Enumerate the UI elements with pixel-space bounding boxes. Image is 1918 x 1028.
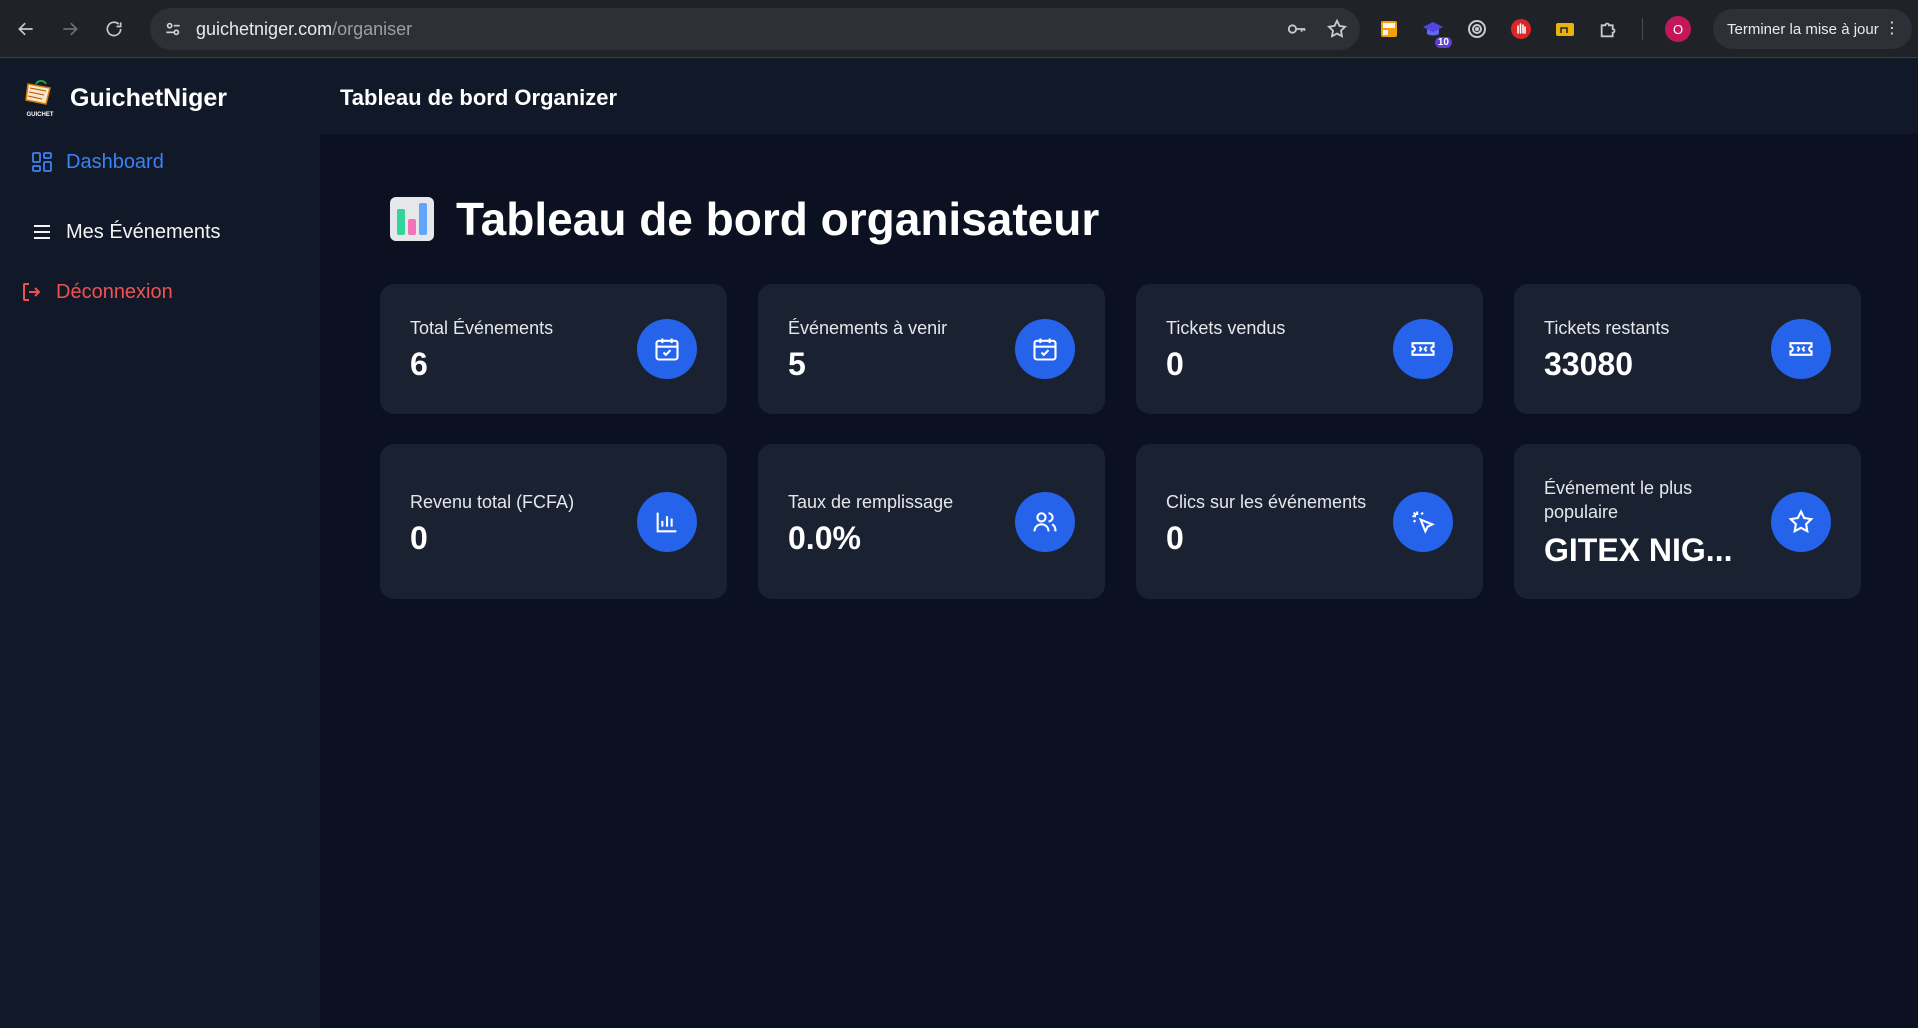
stat-value: 5: [788, 346, 806, 382]
stat-value: 0: [1166, 346, 1184, 382]
stat-value: 0.0%: [788, 520, 861, 556]
extension-target-icon[interactable]: [1466, 18, 1488, 40]
bar-chart-icon: [637, 492, 697, 552]
ticket-icon: [1393, 319, 1453, 379]
extension-tile-icon[interactable]: [1378, 18, 1400, 40]
brand[interactable]: GUICHET GuichetNiger: [22, 78, 227, 118]
logout-icon: [23, 283, 41, 301]
stat-card-most-popular: Événement le plus populaire GITEX NIG...: [1514, 444, 1861, 599]
extension-graduation-icon[interactable]: 10: [1422, 18, 1452, 48]
stat-label: Revenu total (FCFA): [410, 492, 575, 512]
stat-value: 6: [410, 346, 428, 382]
stat-value: GITEX NIG...: [1544, 532, 1733, 568]
extension-badge: 10: [1434, 37, 1452, 48]
back-button[interactable]: [8, 11, 44, 47]
dashboard-grid-icon: [32, 152, 52, 172]
stat-card-event-clicks: Clics sur les événements 0: [1136, 444, 1483, 599]
stat-card-fill-rate: Taux de remplissage 0.0%: [758, 444, 1105, 599]
sidebar-item-label: Dashboard: [66, 150, 164, 173]
stat-label: Événements à venir: [788, 318, 948, 338]
stat-card-tickets-sold: Tickets vendus 0: [1136, 284, 1483, 414]
stat-label: Clics sur les événements: [1166, 492, 1367, 512]
header-title: Tableau de bord Organizer: [340, 85, 618, 110]
brand-logo: GUICHET: [22, 78, 58, 118]
profile-avatar[interactable]: O: [1665, 16, 1691, 42]
stat-label: Événement le plus populaire: [1544, 478, 1693, 522]
top-header: Tableau de bord Organizer: [320, 58, 1918, 134]
brand-name: GuichetNiger: [70, 83, 227, 112]
logo-text: GUICHET: [27, 112, 54, 118]
site-info-icon[interactable]: [158, 14, 188, 44]
stat-label: Tickets restants: [1544, 318, 1670, 338]
forward-button[interactable]: [52, 11, 88, 47]
sidebar-item-dashboard[interactable]: Dashboard: [30, 150, 164, 174]
stat-label: Tickets vendus: [1166, 318, 1286, 338]
sidebar: GUICHET GuichetNiger Dashboard Mes Événe…: [0, 58, 320, 1028]
reload-icon: [106, 20, 122, 36]
browser-toolbar: guichetniger.com/organiser 10 O Terminer: [0, 0, 1918, 58]
star-icon: [1771, 492, 1831, 552]
toolbar-separator: [1642, 18, 1643, 40]
url-text: guichetniger.com/organiser: [196, 18, 413, 39]
cursor-click-icon: [1393, 492, 1453, 552]
update-button-label: Terminer la mise à jour: [1727, 20, 1879, 38]
stat-card-total-events: Total Événements 6: [380, 284, 727, 414]
sidebar-item-label: Déconnexion: [56, 280, 173, 303]
sidebar-item-events[interactable]: Mes Événements: [30, 220, 221, 244]
page-title: Tableau de bord organisateur: [388, 192, 1099, 246]
users-icon: [1015, 492, 1075, 552]
stat-value: 0: [410, 520, 428, 556]
more-menu-icon[interactable]: ⋮: [1884, 18, 1900, 38]
arrow-left-icon: [18, 22, 33, 35]
stat-value: 0: [1166, 520, 1184, 556]
main-content: Tableau de bord organisateur Total Événe…: [320, 134, 1918, 1028]
extension-folder-icon[interactable]: [1554, 18, 1576, 40]
arrow-right-icon: [63, 22, 78, 35]
update-button[interactable]: Terminer la mise à jour ⋮: [1713, 9, 1912, 49]
bookmark-star-icon[interactable]: [1326, 18, 1348, 40]
reload-button[interactable]: [96, 11, 132, 47]
menu-lines-icon: [34, 225, 50, 239]
stat-value: 33080: [1544, 346, 1633, 382]
calendar-check-icon: [1015, 319, 1075, 379]
ticket-icon: [1771, 319, 1831, 379]
extension-hand-icon[interactable]: [1510, 18, 1532, 40]
bar-chart-emoji-icon: [390, 197, 434, 241]
sidebar-item-logout[interactable]: Déconnexion: [20, 280, 173, 304]
page-heading: Tableau de bord organisateur: [456, 193, 1100, 245]
address-bar[interactable]: guichetniger.com/organiser: [150, 8, 1360, 50]
stat-card-upcoming-events: Événements à venir 5: [758, 284, 1105, 414]
puzzle-icon[interactable]: [1598, 18, 1620, 40]
calendar-check-icon: [637, 319, 697, 379]
stat-card-revenue: Revenu total (FCFA) 0: [380, 444, 727, 599]
key-icon[interactable]: [1286, 18, 1308, 40]
stat-label: Taux de remplissage: [788, 492, 954, 512]
sidebar-item-label: Mes Événements: [66, 220, 221, 243]
stat-card-tickets-remaining: Tickets restants 33080: [1514, 284, 1861, 414]
stat-label: Total Événements: [410, 318, 554, 338]
extensions-bar: 10 O: [1378, 0, 1691, 58]
